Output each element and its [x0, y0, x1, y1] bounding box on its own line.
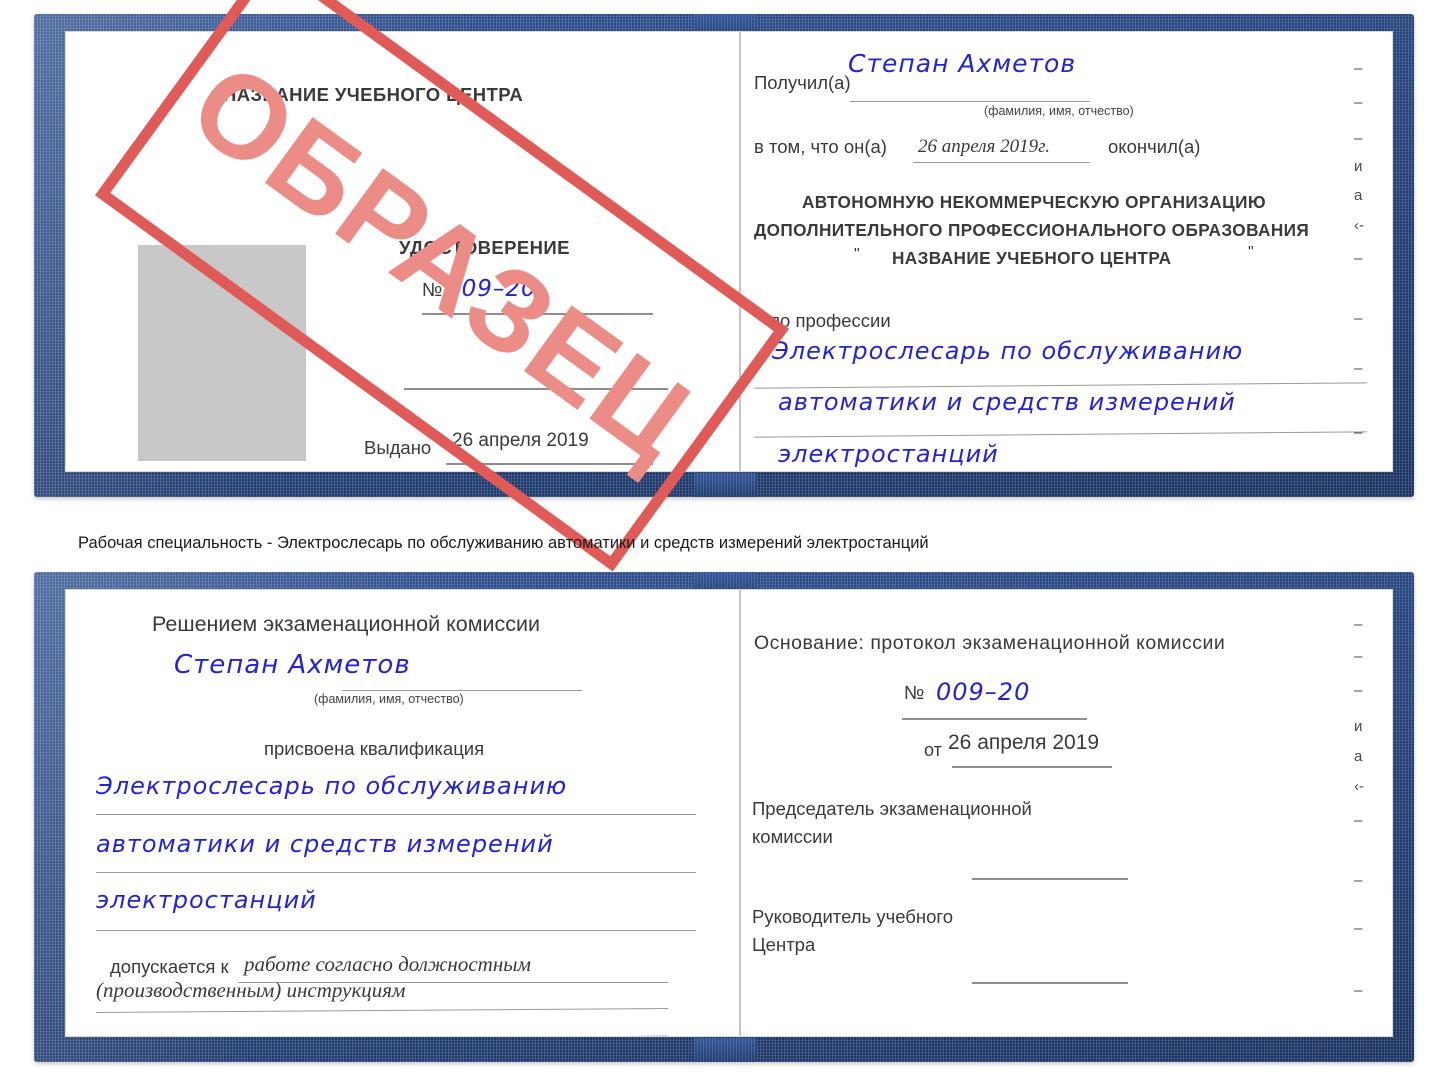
certificate-bottom-pages: Решением экзаменационной комиссии Степан…: [66, 590, 1392, 1036]
received-rule: [850, 101, 1090, 102]
graduate-name-value: Степан Ахметов: [174, 650, 411, 680]
admitted-rule-2: [96, 1008, 668, 1013]
org-line-3: НАЗВАНИЕ УЧЕБНОГО ЦЕНТРА: [892, 248, 1172, 268]
edge-mark: –: [1354, 60, 1363, 77]
qualification-label: присвоена квалификация: [264, 738, 485, 759]
fio-hint-bottom: (фамилия, имя, отчество): [314, 692, 464, 706]
profession-line-1: Электрослесарь по обслуживанию: [772, 337, 1244, 365]
qualification-line-2: автоматики и средств измерений: [96, 830, 554, 858]
certificate-bottom: Решением экзаменационной комиссии Степан…: [34, 572, 1414, 1062]
org-quote-open: ": [854, 246, 860, 263]
protocol-number-label: №: [904, 683, 925, 704]
admitted-label: допускается к: [110, 956, 229, 977]
certificate-number-label: №: [422, 280, 443, 301]
edge-mark: –: [1354, 94, 1363, 111]
profession-line-3: электростанций: [778, 440, 999, 468]
photo-placeholder: [138, 245, 306, 461]
edge-mark: и: [1354, 158, 1363, 175]
graduate-name-rule: [342, 690, 582, 691]
protocol-date-label: от: [924, 740, 942, 760]
qualification-rule-3: [96, 930, 696, 931]
edge-mark: –: [1354, 250, 1363, 267]
edge-bleed-marks-bottom: – – – и а ‹- – – – –: [1348, 590, 1392, 1036]
edge-mark: –: [1354, 616, 1363, 633]
edge-mark: –: [1354, 310, 1363, 327]
profession-rule-2: [754, 431, 1367, 438]
commission-decision-heading: Решением экзаменационной комиссии: [152, 612, 541, 636]
finish-date-rule: [913, 162, 1090, 163]
received-value: Степан Ахметов: [848, 49, 1077, 78]
head-line-2: Центра: [752, 934, 816, 955]
received-label: Получил(а): [754, 72, 851, 93]
certificate-title: УДОСТОВЕРЕНИЕ: [399, 237, 570, 258]
certificate-top: НАЗВАНИЕ УЧЕБНОГО ЦЕНТРА УДОСТОВЕРЕНИЕ №…: [34, 14, 1414, 497]
edge-mark: –: [1354, 648, 1363, 665]
edge-mark: –: [1354, 982, 1363, 999]
certificate-blank-rule: [404, 388, 668, 390]
org-line-2: ДОПОЛНИТЕЛЬНОГО ПРОФЕССИОНАЛЬНОГО ОБРАЗО…: [754, 220, 1310, 240]
certificate-number-value: 009–20: [446, 276, 537, 302]
qualification-line-1: Электрослесарь по обслуживанию: [96, 772, 568, 800]
protocol-date-rule: [952, 766, 1112, 768]
edge-bleed-marks-top: – – – и а ‹- – – – –: [1348, 32, 1392, 471]
edge-mark: –: [1354, 682, 1363, 699]
issued-rule: [446, 463, 653, 465]
in-that-label: в том, что он(а): [754, 136, 887, 157]
certificate-bottom-right-page: Основание: протокол экзаменационной коми…: [740, 590, 1392, 1036]
certificate-top-left-page: НАЗВАНИЕ УЧЕБНОГО ЦЕНТРА УДОСТОВЕРЕНИЕ №…: [66, 32, 739, 471]
issued-label: Выдано: [364, 437, 432, 458]
fio-hint-top: (фамилия, имя, отчество): [984, 104, 1134, 118]
protocol-number-value: 009–20: [936, 678, 1031, 706]
edge-mark: а: [1354, 748, 1363, 765]
basis-label: Основание: протокол экзаменационной коми…: [754, 632, 1226, 654]
org-line-1: АВТОНОМНУЮ НЕКОММЕРЧЕСКУЮ ОРГАНИЗАЦИЮ: [802, 192, 1266, 212]
finished-label: окончил(а): [1108, 136, 1201, 157]
protocol-date-value: 26 апреля 2019: [948, 731, 1100, 754]
edge-mark: –: [1354, 872, 1363, 889]
org-quote-close: ": [1248, 244, 1254, 261]
chairman-line-1: Председатель экзаменационной: [752, 798, 1032, 819]
spine-tab-bottom: [694, 473, 756, 497]
protocol-number-rule: [902, 718, 1087, 720]
edge-mark: и: [1354, 718, 1363, 735]
certificate-top-pages: НАЗВАНИЕ УЧЕБНОГО ЦЕНТРА УДОСТОВЕРЕНИЕ №…: [66, 32, 1392, 471]
training-center-heading: НАЗВАНИЕ УЧЕБНОГО ЦЕНТРА: [223, 84, 524, 105]
chairman-line-2: комиссии: [752, 826, 833, 847]
certificate-bottom-left-page: Решением экзаменационной комиссии Степан…: [66, 590, 739, 1036]
admitted-value-1: работе согласно должностным: [244, 952, 531, 976]
certificate-top-right-page: Получил(а) Степан Ахметов (фамилия, имя,…: [740, 32, 1392, 471]
edge-mark: а: [1354, 187, 1363, 204]
edge-mark: –: [1354, 812, 1363, 829]
head-line-1: Руководитель учебного: [752, 906, 954, 927]
admitted-value-2: (производственным) инструкциям: [96, 978, 406, 1002]
certificate-number-rule: [422, 313, 653, 315]
edge-mark: –: [1354, 360, 1363, 377]
qualification-rule-2: [96, 872, 696, 873]
edge-mark: ‹-: [1354, 778, 1364, 795]
head-signature-rule: [972, 982, 1128, 984]
profession-label: по профессии: [770, 310, 891, 331]
profession-line-2: автоматики и средств измерений: [778, 388, 1236, 416]
qualification-rule-1: [96, 814, 696, 815]
caption-text: Рабочая специальность - Электрослесарь п…: [78, 534, 929, 552]
edge-mark: –: [1354, 920, 1363, 937]
edge-mark: –: [1354, 424, 1363, 441]
edge-mark: ‹-: [1354, 217, 1364, 234]
finish-date-value: 26 апреля 2019г.: [918, 136, 1050, 157]
edge-mark: –: [1354, 130, 1363, 147]
issued-value: 26 апреля 2019: [452, 430, 589, 451]
chairman-signature-rule: [972, 878, 1128, 880]
qualification-line-3: электростанций: [96, 886, 317, 914]
spine-tab-bottom-2: [694, 1038, 756, 1062]
